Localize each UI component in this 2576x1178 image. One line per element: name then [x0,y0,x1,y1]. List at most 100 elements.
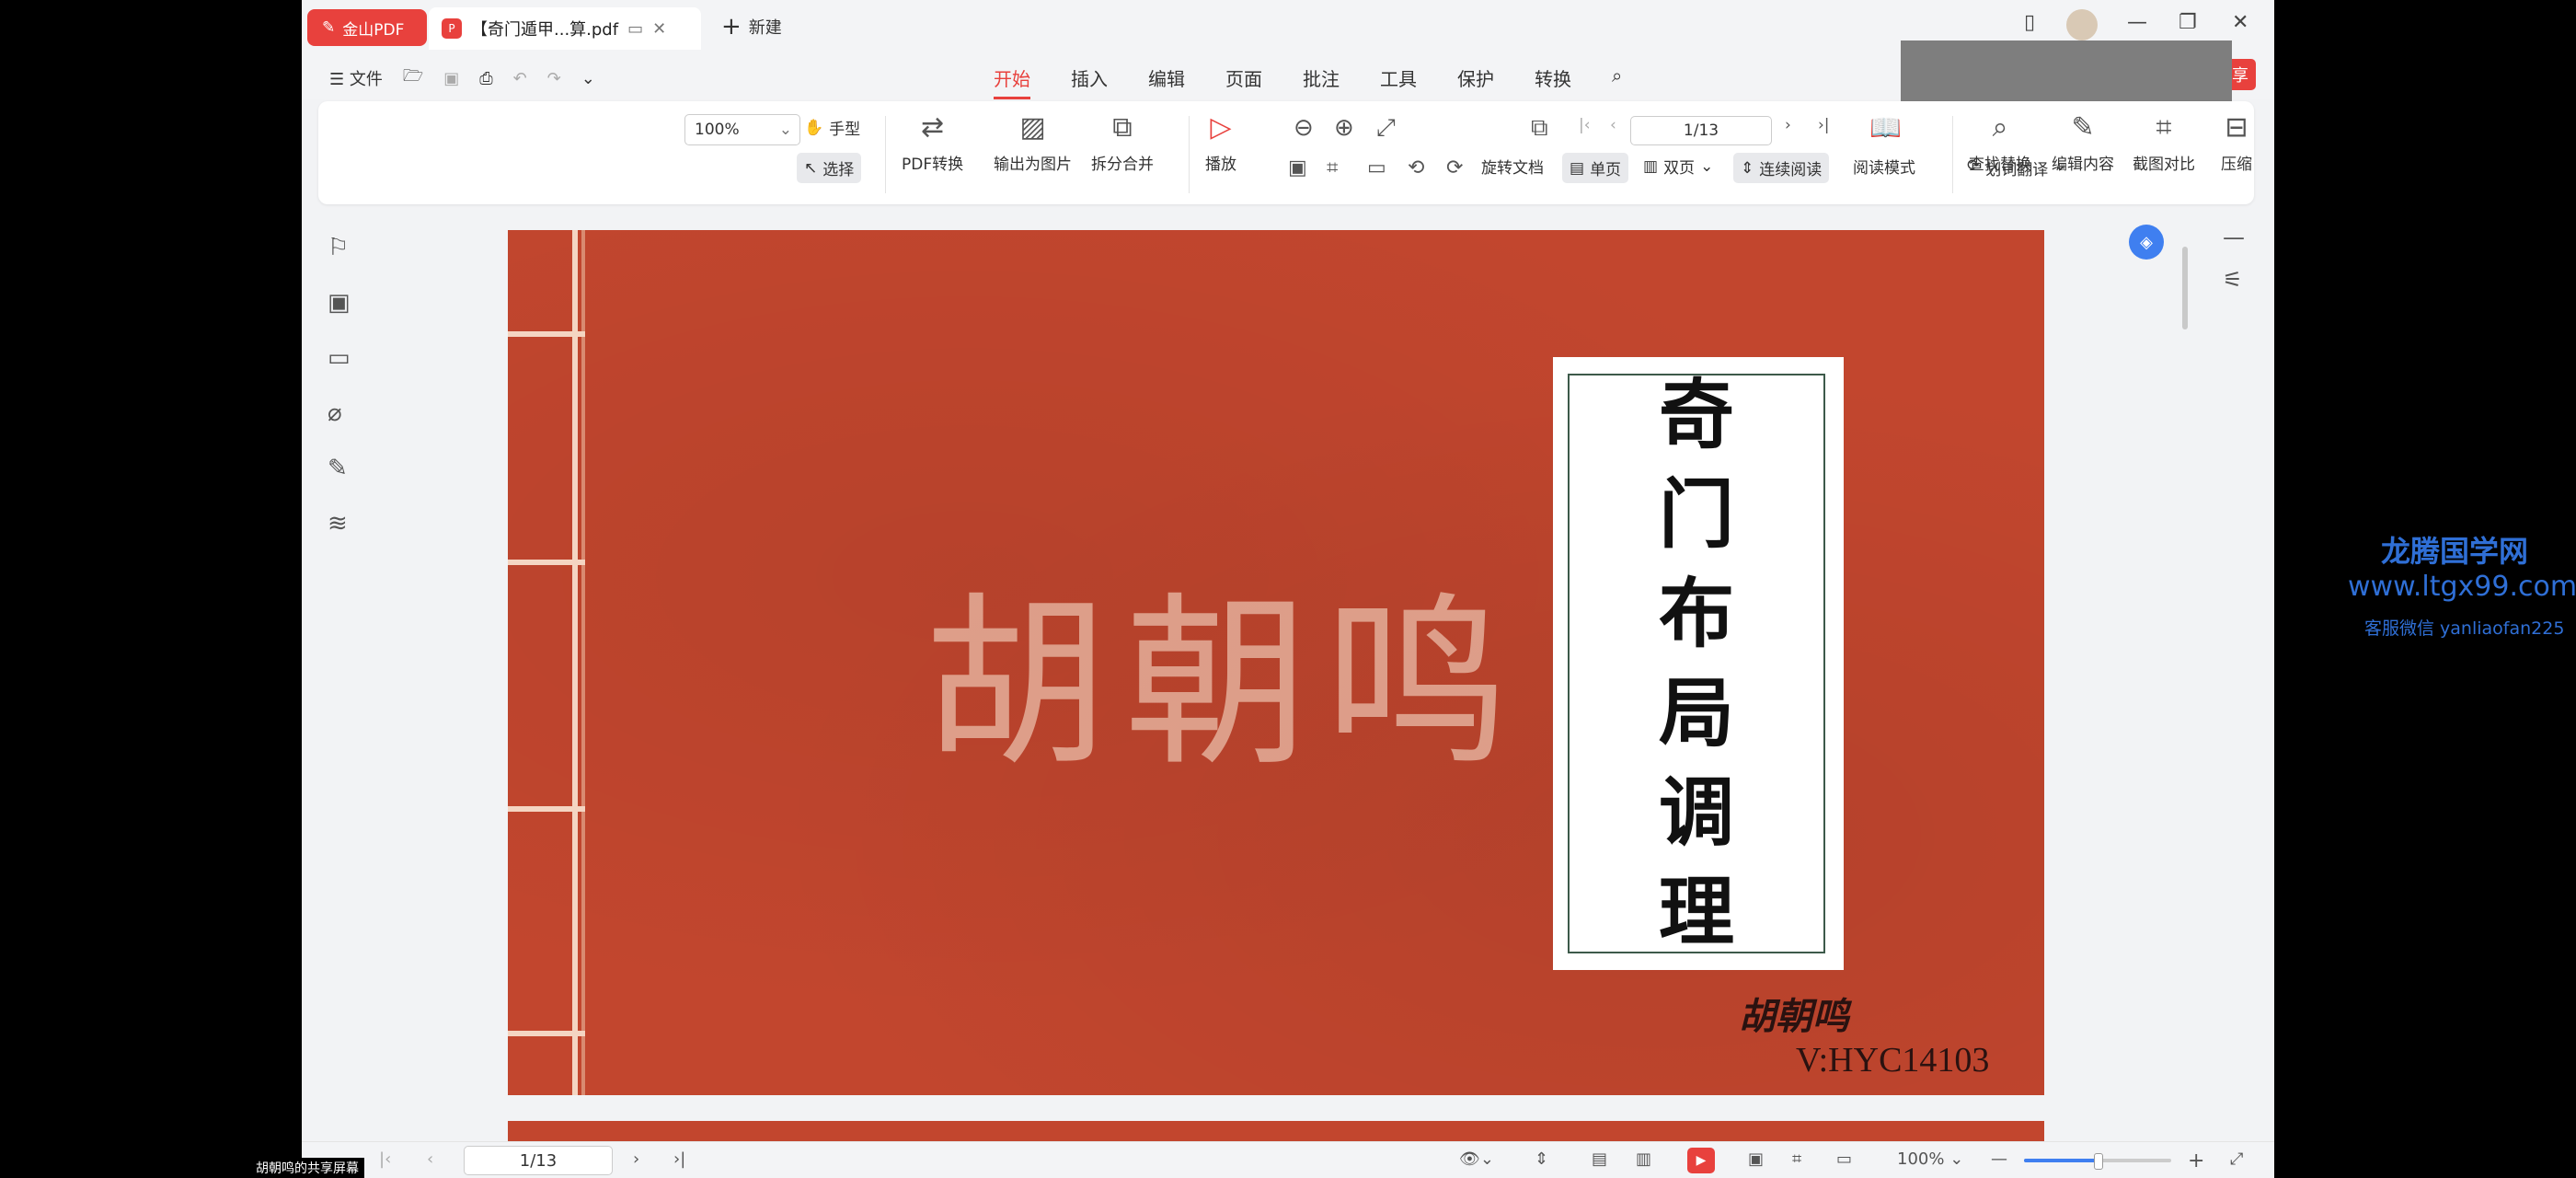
double-page-button[interactable]: ▥ 双页 ⌄ [1643,155,1713,179]
comment-icon[interactable]: ▭ [328,344,351,372]
binding-line-shadow [581,230,585,1095]
page-tools-icon[interactable]: ⧉ [1531,114,1548,143]
double-page-icon[interactable]: ▥ [1636,1149,1651,1169]
rotate-document-button[interactable]: 旋转文档 [1481,155,1544,178]
tab-tools[interactable]: 工具 [1380,64,1417,99]
attachment-icon[interactable]: ⌀ [328,399,342,427]
zoom-out-button[interactable]: — [1991,1149,2007,1169]
last-page-icon[interactable]: ›| [673,1149,685,1169]
rotate-left-icon[interactable]: ⟲ [1408,156,1424,179]
minimize-icon[interactable]: — [2127,11,2147,34]
save-icon[interactable]: ▣ [443,69,459,88]
chevron-down-icon: ⌄ [778,121,792,139]
chevron-down-icon[interactable]: ⌄ [581,69,595,88]
single-page-icon: ▤ [1570,158,1585,178]
slideshow-icon[interactable]: ▶ [1687,1148,1715,1173]
continuous-read-button[interactable]: ⇕ 连续阅读 [1733,153,1830,183]
document-tab[interactable]: P 【奇门遁甲...算.pdf ▭ ✕ [429,7,701,50]
compress-icon: ⊟ [2225,111,2248,144]
zoom-slider-knob[interactable] [2094,1153,2103,1170]
tab-protect[interactable]: 保护 [1457,64,1494,99]
app-logo-icon: ✎ [322,18,336,37]
select-tool-button[interactable]: ↖ 选择 [797,153,862,183]
hand-tool-button[interactable]: ✋ 手型 [804,116,860,140]
tab-edit[interactable]: 编辑 [1148,64,1185,99]
zoom-in-icon[interactable]: ⊕ [1334,114,1354,142]
zoom-out-icon-button[interactable]: ⊖ [1294,114,1314,142]
read-mode-button[interactable]: 阅读模式 [1853,155,1915,178]
fit-icon[interactable]: ⤢ [1376,114,1396,143]
fullscreen-icon[interactable]: ⤢ [2230,1149,2243,1169]
first-page-icon[interactable]: |‹ [1579,116,1591,134]
pdf-convert-button[interactable]: ⇄ PDF转换 [902,114,963,175]
menu-tabs: 开始 插入 编辑 页面 批注 工具 保护 转换 ⌕ [994,64,1622,99]
search-icon[interactable]: ⌕ [1612,64,1622,99]
fit-width-icon[interactable]: ▭ [1836,1149,1852,1169]
open-icon[interactable]: 🗁 [403,64,423,92]
undo-icon[interactable]: ↶ [513,69,527,88]
single-page-button[interactable]: ▤ 单页 [1562,153,1629,183]
title-card: 奇 门 布 局 调 理 [1553,357,1844,970]
collapse-panel-icon[interactable]: — [2223,225,2245,250]
status-zoom-value: 100% [1897,1149,1945,1169]
tab-convert[interactable]: 转换 [1535,64,1571,99]
tab-preview-icon[interactable]: ▭ [627,19,643,39]
fit-width-icon[interactable]: ▭ [1367,156,1386,179]
layers-icon[interactable]: ≋ [328,510,348,537]
compress-button[interactable]: ⊟ 压缩 [2221,111,2252,175]
zoom-slider[interactable] [2024,1153,2171,1170]
page-number-input[interactable]: 1/13 [1630,116,1772,145]
avatar[interactable] [2066,9,2098,40]
tab-insert[interactable]: 插入 [1071,64,1108,99]
vertical-scrollbar[interactable] [2180,219,2190,1130]
zoom-select[interactable]: 100% ⌄ [684,114,800,145]
ai-assistant-icon[interactable]: ◈ [2129,225,2164,260]
prev-page-icon[interactable]: ‹ [1610,116,1616,134]
binding-stitch [508,1031,585,1036]
next-page-icon[interactable]: › [633,1149,639,1169]
new-tab-button[interactable]: + 新建 [721,13,782,40]
export-image-button[interactable]: ▨ 输出为图片 [994,114,1072,175]
tab-close-icon[interactable]: ✕ [652,19,666,39]
tab-annotate[interactable]: 批注 [1303,64,1340,99]
close-window-icon[interactable]: ✕ [2232,11,2248,34]
settings-sliders-icon[interactable]: ⚟ [2223,267,2243,293]
status-zoom-select[interactable]: 100% ⌄ [1897,1149,1963,1169]
print-icon[interactable]: ⎙ [479,69,492,88]
restore-icon[interactable]: ❐ [2179,11,2197,34]
zoom-in-button[interactable]: + [2188,1149,2204,1172]
tab-page[interactable]: 页面 [1225,64,1262,99]
continuous-icon[interactable]: ⇕ [1535,1149,1548,1169]
rotate-right-icon[interactable]: ⟳ [1446,156,1463,179]
actual-size-icon[interactable]: ▣ [1288,156,1307,179]
thumbnail-icon[interactable]: ▣ [328,289,351,317]
book-icon[interactable]: 📖 [1869,112,1902,143]
mobile-icon[interactable]: ▯ [2024,11,2035,34]
eye-icon[interactable]: 👁⌄ [1459,1149,1494,1169]
promo-site-name: 龙腾国学网 [2381,534,2529,569]
file-menu[interactable]: ☰ 文件 [329,66,383,90]
fit-page-icon[interactable]: ⌗ [1327,156,1338,179]
first-page-icon[interactable]: |‹ [379,1149,391,1169]
status-page-input[interactable]: 1/13 [464,1146,613,1175]
prev-page-icon[interactable]: ‹ [427,1149,433,1169]
last-page-icon[interactable]: ›| [1818,116,1830,134]
play-button[interactable]: ▷ 播放 [1205,114,1236,175]
export-image-label: 输出为图片 [994,156,1072,174]
split-icon: ⧉ [1112,111,1133,144]
signature-icon[interactable]: ✎ [328,455,348,482]
split-merge-button[interactable]: ⧉ 拆分合并 [1091,111,1154,175]
translate-button[interactable]: ⟳ 划词翻译 ⌄ [1967,156,2067,179]
scroll-thumb[interactable] [2182,247,2188,329]
divider [885,116,886,193]
fit-page-icon[interactable]: ⌗ [1792,1149,1801,1169]
divider [1952,116,1953,193]
redo-icon[interactable]: ↷ [547,69,561,88]
screenshot-compare-button[interactable]: ⌗ 截图对比 [2133,114,2195,175]
actual-size-icon[interactable]: ▣ [1748,1149,1764,1169]
bookmark-icon[interactable]: ⚐ [328,234,349,261]
app-tab[interactable]: ✎ 金山PDF [307,9,427,46]
single-page-icon[interactable]: ▤ [1592,1149,1607,1169]
tab-home[interactable]: 开始 [994,64,1030,99]
next-page-icon[interactable]: › [1785,116,1791,134]
